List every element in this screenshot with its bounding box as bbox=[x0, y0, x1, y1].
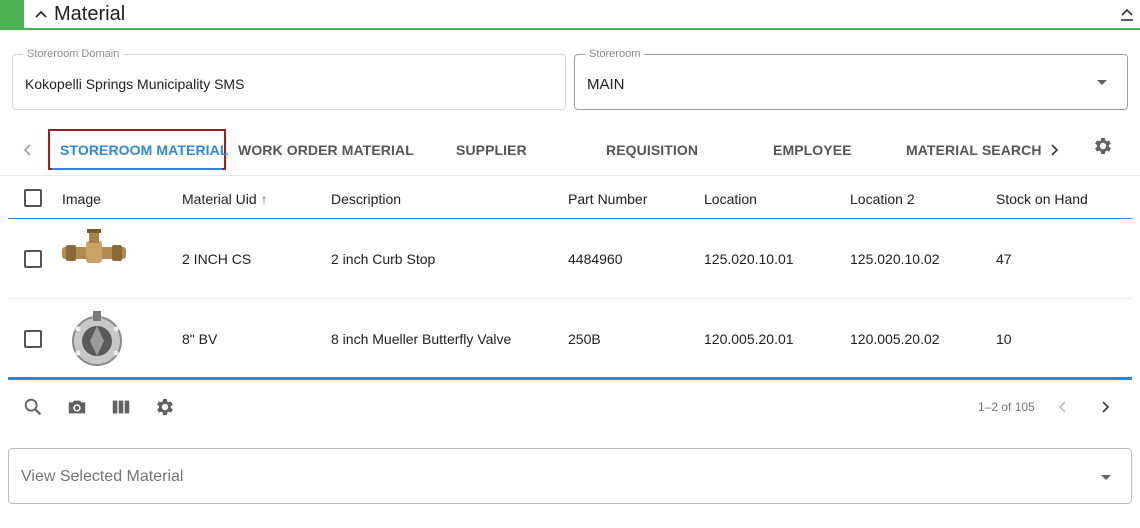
view-selected-material-select[interactable]: View Selected Material bbox=[8, 448, 1132, 504]
gear-icon[interactable] bbox=[1092, 135, 1114, 157]
column-header-location[interactable]: Location bbox=[704, 191, 757, 207]
chevron-left-icon[interactable] bbox=[1053, 397, 1071, 417]
cell-location: 125.020.10.01 bbox=[704, 251, 794, 267]
cell-stock-on-hand: 10 bbox=[996, 331, 1012, 347]
tab-employee[interactable]: EMPLOYEE bbox=[773, 142, 852, 158]
dropdown-arrow-icon[interactable] bbox=[1097, 80, 1107, 85]
column-header-description[interactable]: Description bbox=[331, 191, 401, 207]
storeroom-value: MAIN bbox=[587, 76, 625, 93]
column-header-image[interactable]: Image bbox=[62, 191, 101, 207]
cell-material-uid: 8" BV bbox=[182, 331, 218, 347]
tab-supplier[interactable]: SUPPLIER bbox=[456, 142, 527, 158]
tab-storeroom-material[interactable]: STOREROOM MATERIAL bbox=[60, 142, 229, 158]
column-header-stock-on-hand[interactable]: Stock on Hand bbox=[996, 191, 1088, 207]
chevron-left-icon[interactable] bbox=[18, 140, 36, 160]
section-title: Material bbox=[54, 3, 126, 25]
column-header-material-uid[interactable]: Material Uid ↑ bbox=[182, 191, 268, 207]
tab-requisition[interactable]: REQUISITION bbox=[606, 142, 698, 158]
collapse-icon[interactable] bbox=[1119, 6, 1135, 24]
cell-description: 2 inch Curb Stop bbox=[331, 251, 436, 267]
pagination-info: 1–2 of 105 bbox=[978, 400, 1035, 414]
active-tab-underline bbox=[52, 168, 222, 170]
column-header-material-uid-label: Material Uid bbox=[182, 191, 257, 207]
column-header-part-number[interactable]: Part Number bbox=[568, 191, 647, 207]
butterfly-valve-image bbox=[72, 311, 122, 366]
material-table: Image Material Uid ↑ Description Part Nu… bbox=[8, 176, 1132, 380]
cell-part-number: 250B bbox=[568, 331, 601, 347]
row-checkbox[interactable] bbox=[24, 330, 42, 348]
table-header: Image Material Uid ↑ Description Part Nu… bbox=[8, 176, 1132, 219]
row-checkbox[interactable] bbox=[24, 250, 42, 268]
storeroom-domain-field[interactable]: Storeroom Domain Kokopelli Springs Munic… bbox=[12, 48, 566, 110]
select-all-checkbox[interactable] bbox=[24, 189, 42, 207]
cell-location-2: 120.005.20.02 bbox=[850, 331, 940, 347]
table-row[interactable]: 2 INCH CS 2 inch Curb Stop 4484960 125.0… bbox=[8, 219, 1132, 299]
table-row[interactable]: 8" BV 8 inch Mueller Butterfly Valve 250… bbox=[8, 299, 1132, 380]
storeroom-select[interactable]: Storeroom MAIN bbox=[574, 48, 1128, 110]
header-accent-bar bbox=[0, 0, 24, 28]
cell-description: 8 inch Mueller Butterfly Valve bbox=[331, 331, 512, 347]
cell-material-uid: 2 INCH CS bbox=[182, 251, 252, 267]
table-toolbar: 1–2 of 105 bbox=[8, 384, 1132, 430]
camera-icon[interactable] bbox=[66, 396, 88, 418]
curb-stop-image bbox=[62, 229, 126, 263]
cell-part-number: 4484960 bbox=[568, 251, 623, 267]
dropdown-arrow-icon[interactable] bbox=[1101, 475, 1111, 480]
tab-work-order-material[interactable]: WORK ORDER MATERIAL bbox=[238, 142, 414, 158]
tab-bar: STOREROOM MATERIAL WORK ORDER MATERIAL S… bbox=[0, 124, 1140, 176]
sort-arrow-icon: ↑ bbox=[260, 191, 268, 207]
gear-icon[interactable] bbox=[154, 396, 176, 418]
storeroom-domain-value: Kokopelli Springs Municipality SMS bbox=[25, 76, 245, 92]
cell-location-2: 125.020.10.02 bbox=[850, 251, 940, 267]
chevron-right-icon[interactable] bbox=[1046, 140, 1064, 160]
column-header-location-2[interactable]: Location 2 bbox=[850, 191, 915, 207]
chevron-up-icon[interactable] bbox=[33, 6, 49, 22]
view-selected-material-placeholder: View Selected Material bbox=[21, 468, 184, 485]
chevron-right-icon[interactable] bbox=[1097, 397, 1115, 417]
storeroom-domain-label: Storeroom Domain bbox=[23, 48, 124, 60]
storeroom-label: Storeroom bbox=[585, 48, 645, 60]
section-header: Material bbox=[0, 0, 1140, 30]
columns-icon[interactable] bbox=[110, 396, 132, 418]
search-icon[interactable] bbox=[22, 396, 44, 418]
tab-material-search[interactable]: MATERIAL SEARCH bbox=[906, 142, 1042, 158]
cell-location: 120.005.20.01 bbox=[704, 331, 794, 347]
cell-stock-on-hand: 47 bbox=[996, 251, 1012, 267]
